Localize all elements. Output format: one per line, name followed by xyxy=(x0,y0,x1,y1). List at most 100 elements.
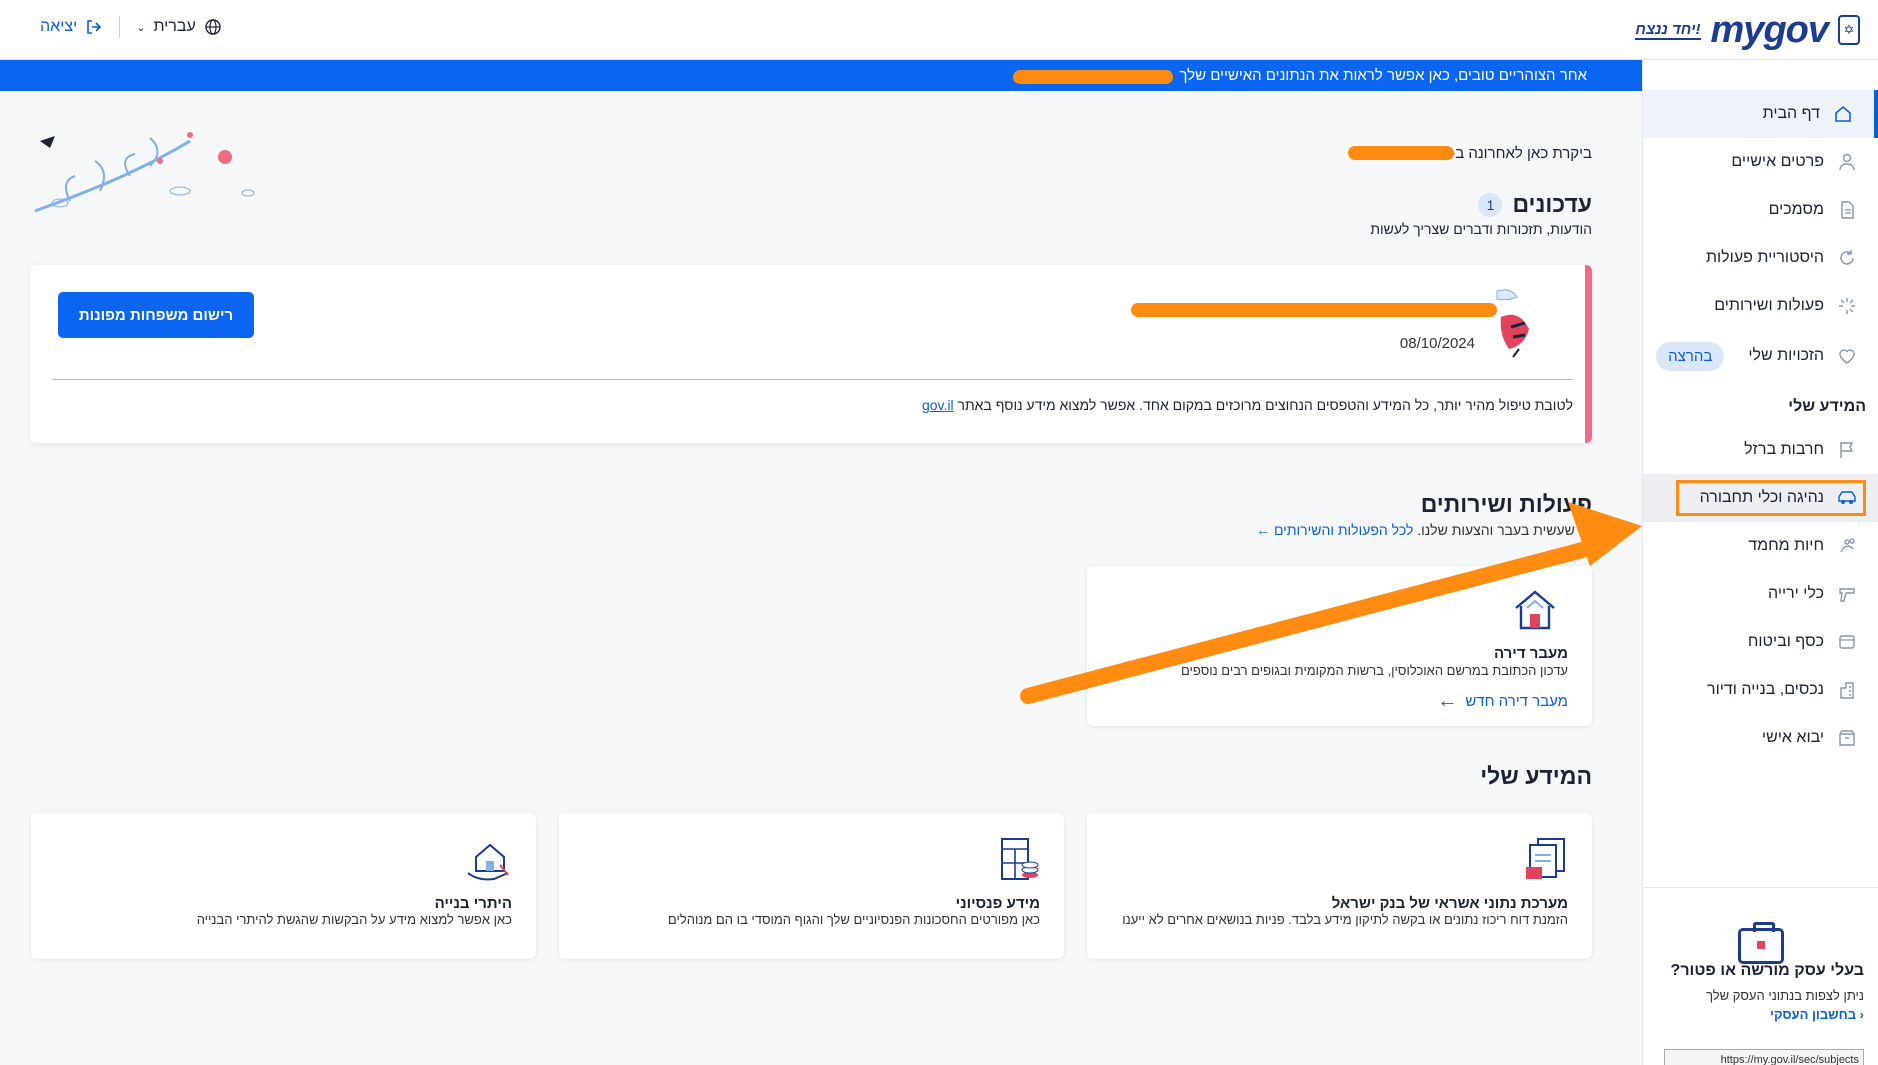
arrow-left-icon: ← xyxy=(1437,690,1458,712)
pension-calculator-icon xyxy=(1001,838,1039,880)
sidebar-item-label: היסטוריית פעולות xyxy=(1705,249,1824,266)
sidebar-item-property[interactable]: נכסים, בנייה ודיור xyxy=(1643,666,1878,714)
promo-title: בעלי עסק מורשה או פטור? xyxy=(1670,962,1864,979)
language-label: עברית xyxy=(153,18,196,35)
info-card-title: מידע פנסיוני xyxy=(955,895,1040,912)
sidebar-item-rights[interactable]: הזכויות שלי בהרצה xyxy=(1643,330,1878,382)
divider xyxy=(52,379,1573,380)
language-selector[interactable]: ⌄ עברית xyxy=(136,18,222,36)
services-subtitle: ות שעשית בעבר והצעות שלנו. לכל הפעולות ו… xyxy=(1256,522,1592,538)
sidebar-item-label: פעולות ושירותים xyxy=(1714,297,1824,314)
redaction-mark xyxy=(1131,303,1497,317)
slogan: יחד ננצח! xyxy=(1635,20,1701,40)
heart-icon xyxy=(1836,345,1858,367)
updates-title: עדכונים xyxy=(1512,191,1592,217)
info-card-building-permits[interactable]: היתרי בנייה כאן אפשר למצוא מידע על הבקשו… xyxy=(31,813,536,959)
register-evacuated-families-button[interactable]: רישום משפחות מפונות xyxy=(58,292,254,338)
sidebar-item-label: נכסים, בנייה ודיור xyxy=(1707,681,1824,698)
greeting-text: אחר הצוהריים טובים, כאן אפשר לראות את הנ… xyxy=(1179,67,1587,84)
top-header: יחד ננצח! mygov ✡ יציאה ⌄ עברית xyxy=(0,0,1878,60)
sidebar-item-driving[interactable]: נהיגה וכלי תחבורה xyxy=(1643,474,1878,522)
last-visit-text: ביקרת כאן לאחרונה ב- xyxy=(1450,145,1592,162)
sidebar-item-history[interactable]: היסטוריית פעולות xyxy=(1643,234,1878,282)
business-account-label: בחשבון העסקי xyxy=(1770,1007,1857,1022)
info-card-credit[interactable]: מערכת נתוני אשראי של בנק ישראל הזמנת דוח… xyxy=(1087,813,1592,959)
update-card: 08/10/2024 רישום משפחות מפונות לטובת טיפ… xyxy=(30,265,1592,443)
update-info-text: לטובת טיפול מהיר יותר, כל המידע והטפסים … xyxy=(922,397,1573,413)
building-icon xyxy=(1836,679,1858,701)
url-tooltip: https://my.gov.il/sec/subjects xyxy=(1664,1049,1864,1065)
sidebar-item-pets[interactable]: חיות מחמד xyxy=(1643,522,1878,570)
sidebar-item-firearms[interactable]: כלי ירייה xyxy=(1643,570,1878,618)
exit-icon xyxy=(87,20,102,34)
info-card-title: היתרי בנייה xyxy=(434,895,512,912)
business-account-link[interactable]: ‹ בחשבון העסקי xyxy=(1656,1007,1864,1022)
info-card-desc: הזמנת דוח ריכוז נתונים או בקשה לתיקון מי… xyxy=(1122,912,1568,927)
history-icon xyxy=(1836,247,1858,269)
sidebar-item-label: הזכויות שלי xyxy=(1748,347,1824,364)
exit-label: יציאה xyxy=(40,18,78,35)
globe-icon xyxy=(205,19,221,35)
promo-text: ניתן לצפות בנתוני העסק שלך xyxy=(1706,988,1864,1003)
redaction-mark xyxy=(1013,70,1173,84)
sidebar-item-personal[interactable]: פרטים אישיים xyxy=(1643,138,1878,186)
info-card-title: מערכת נתוני אשראי של בנק ישראל xyxy=(1331,895,1568,912)
my-info-section-title: המידע שלי xyxy=(1788,398,1866,415)
exit-button[interactable]: יציאה xyxy=(40,18,103,36)
info-text: לטובת טיפול מהיר יותר, כל המידע והטפסים … xyxy=(957,397,1573,413)
sidebar-item-services[interactable]: פעולות ושירותים xyxy=(1643,282,1878,330)
updates-subtitle: הודעות, תזכורות ודברים שצריך לעשות xyxy=(1370,221,1592,237)
main-content: ביקרת כאן לאחרונה ב- עדכונים 1 הודעות, ת… xyxy=(0,91,1642,1065)
divider xyxy=(119,16,121,38)
service-desc: עדכון הכתובת במרשם האוכלוסין, ברשות המקו… xyxy=(1180,663,1568,678)
arrow-left-icon: ← xyxy=(1256,522,1271,538)
sidebar-item-label: יבוא אישי xyxy=(1761,729,1824,746)
money-icon xyxy=(1836,631,1858,653)
gun-icon xyxy=(1836,583,1858,605)
home-icon xyxy=(1832,103,1854,125)
beta-badge: בהרצה xyxy=(1656,341,1725,371)
info-card-desc: כאן מפורטים החסכונות הפנסיוניים שלך והגו… xyxy=(667,912,1040,927)
hoopoe-flag-icon xyxy=(1496,289,1529,358)
sidebar-item-iron-swords[interactable]: חרבות ברזל xyxy=(1643,426,1878,474)
services-icon xyxy=(1836,295,1858,317)
sidebar-item-import[interactable]: יבוא אישי xyxy=(1643,714,1878,762)
sidebar-item-label: פרטים אישיים xyxy=(1731,153,1824,170)
chevron-down-icon: ⌄ xyxy=(136,21,146,34)
sidebar-item-money[interactable]: כסף וביטוח xyxy=(1643,618,1878,666)
document-icon xyxy=(1836,199,1858,221)
mygov-logo[interactable]: יחד ננצח! mygov ✡ xyxy=(1635,8,1860,52)
new-move-label: מעבר דירה חדש xyxy=(1465,693,1568,710)
services-subtitle-text: ות שעשית בעבר והצעות שלנו. xyxy=(1417,522,1592,538)
updates-header: עדכונים 1 xyxy=(1478,191,1592,218)
update-date: 08/10/2024 xyxy=(1399,335,1475,352)
updates-count-badge: 1 xyxy=(1478,192,1503,217)
house-icon xyxy=(1515,590,1555,630)
sidebar-item-home[interactable]: דף הבית xyxy=(1643,90,1878,138)
new-move-link[interactable]: מעבר דירה חדש ← xyxy=(1437,690,1568,713)
gov-il-link[interactable]: gov.il xyxy=(922,397,954,413)
sidebar-item-label: כסף וביטוח xyxy=(1747,633,1824,650)
service-card-moving[interactable]: מעבר דירה עדכון הכתובת במרשם האוכלוסין, … xyxy=(1087,566,1592,726)
house-hand-icon xyxy=(467,843,509,881)
sidebar-item-label: כלי ירייה xyxy=(1768,585,1824,602)
person-icon xyxy=(1836,151,1858,173)
info-card-pension[interactable]: מידע פנסיוני כאן מפורטים החסכונות הפנסיו… xyxy=(559,813,1064,959)
all-services-link[interactable]: לכל הפעולות והשירותים ← xyxy=(1256,522,1413,538)
business-promo: בעלי עסק מורשה או פטור? ניתן לצפות בנתונ… xyxy=(1642,887,1878,1065)
decorative-branch-illustration xyxy=(34,132,255,213)
all-services-label: לכל הפעולות והשירותים xyxy=(1273,522,1414,538)
credit-documents-icon xyxy=(1526,838,1565,879)
sidebar-item-documents[interactable]: מסמכים xyxy=(1643,186,1878,234)
greeting-banner: אחר הצוהריים טובים, כאן אפשר לראות את הנ… xyxy=(0,60,1643,91)
service-title: מעבר דירה xyxy=(1493,645,1568,662)
sidebar-item-label: חיות מחמד xyxy=(1748,537,1824,554)
sidebar-item-label: חרבות ברזל xyxy=(1744,441,1824,458)
info-card-desc: כאן אפשר למצוא מידע על הבקשות שהגשת להית… xyxy=(196,912,512,927)
logo-text: mygov xyxy=(1710,8,1829,51)
flag-icon xyxy=(1836,439,1858,461)
pet-icon xyxy=(1836,535,1858,557)
sidebar-item-label: מסמכים xyxy=(1768,201,1824,218)
package-icon xyxy=(1836,727,1858,749)
briefcase-icon xyxy=(1738,922,1784,964)
